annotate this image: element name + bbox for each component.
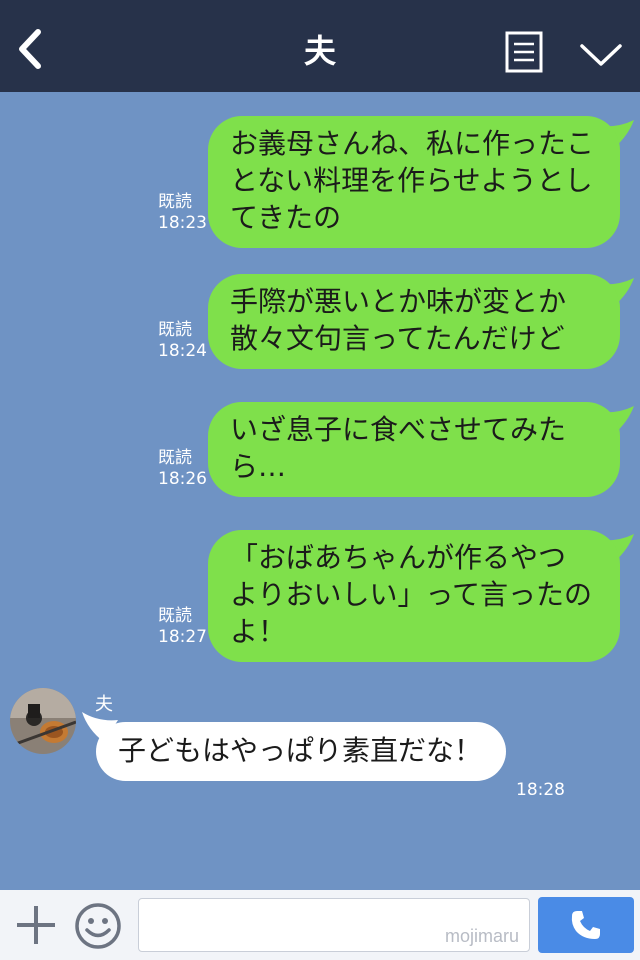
- message-time: 18:26: [158, 469, 207, 489]
- message-bubble: いざ息子に食べさせてみたら…: [208, 402, 620, 497]
- chat-header: 夫: [0, 0, 640, 92]
- watermark-text: mojimaru: [444, 926, 519, 946]
- chat-title: 夫: [303, 32, 336, 70]
- smiley-icon: [75, 903, 121, 949]
- emoji-button[interactable]: [74, 902, 122, 950]
- add-button[interactable]: [14, 903, 58, 947]
- message-meta: 既読 18:23: [158, 192, 218, 234]
- notes-menu-button[interactable]: [505, 31, 543, 73]
- note-menu-icon: [505, 31, 543, 73]
- incoming-message-bubble: 子どもはやっぱり素直だな！: [96, 722, 506, 781]
- message-bubble: 「おばあちゃんが作るやつよりおいしい」って言ったのよ！: [208, 530, 620, 662]
- message-time: 18:24: [158, 341, 207, 361]
- read-receipt: 既読: [158, 320, 192, 340]
- message-time: 18:23: [158, 213, 207, 233]
- input-bar: mojimaru: [0, 890, 640, 960]
- read-receipt: 既読: [158, 606, 192, 626]
- sender-avatar[interactable]: [10, 688, 76, 754]
- call-button[interactable]: [538, 897, 634, 953]
- plus-icon: [17, 906, 55, 944]
- chevron-down-icon: [580, 44, 622, 66]
- phone-icon: [571, 911, 600, 939]
- message-time: 18:27: [158, 627, 207, 647]
- message-time: 18:28: [516, 780, 565, 800]
- avatar-photo: [10, 688, 76, 754]
- read-receipt: 既読: [158, 192, 192, 212]
- more-options-button[interactable]: [578, 38, 624, 70]
- message-input[interactable]: mojimaru: [138, 898, 530, 952]
- message-meta: 既読 18:27: [158, 606, 218, 648]
- message-meta: 既読 18:24: [158, 320, 218, 362]
- message-meta: 既読 18:26: [158, 448, 218, 490]
- message-bubble: 手際が悪いとか味が変とか散々文句言ってたんだけど: [208, 274, 620, 369]
- read-receipt: 既読: [158, 448, 192, 468]
- message-bubble: お義母さんね、私に作ったことない料理を作らせようとしてきたの: [208, 116, 620, 248]
- chat-area[interactable]: お義母さんね、私に作ったことない料理を作らせようとしてきたの 既読 18:23 …: [0, 92, 640, 890]
